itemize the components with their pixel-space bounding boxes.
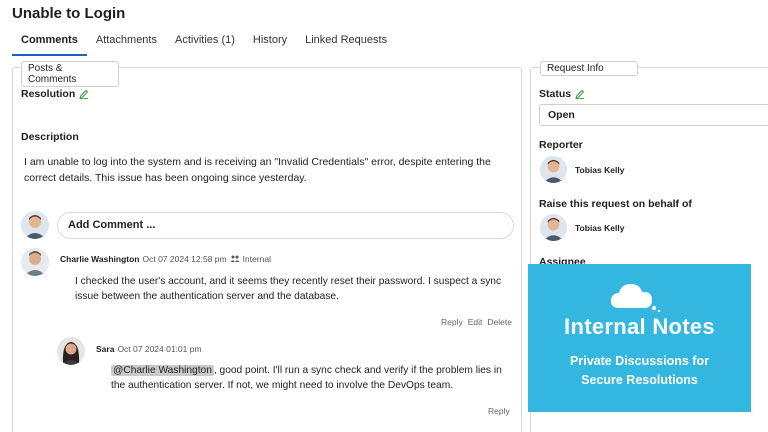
comment-header: Charlie Washington Oct 07 2024 12:58 pm …: [60, 254, 271, 264]
comment-timestamp: Oct 07 2024 12:58 pm: [142, 254, 227, 264]
tab-linked-requests[interactable]: Linked Requests: [296, 32, 396, 56]
reporter-avatar-icon: [540, 156, 567, 183]
reply-button[interactable]: Reply: [488, 406, 510, 416]
cloud-icon: [610, 284, 661, 312]
internal-notes-banner: Internal Notes Private Discussions for S…: [528, 264, 751, 412]
behalf-avatar-icon: [540, 214, 567, 241]
charlie-avatar-icon: [21, 248, 49, 276]
reporter-label: Reporter: [539, 139, 583, 151]
pencil-icon[interactable]: [79, 89, 89, 99]
internal-people-icon: [230, 255, 240, 262]
posts-comments-legend: Posts & Comments: [21, 61, 119, 87]
reporter-name[interactable]: Tobias Kelly: [575, 165, 624, 175]
request-info-legend: Request Info: [540, 61, 638, 76]
behalf-label: Raise this request on behalf of: [539, 198, 692, 210]
reply-button[interactable]: Reply: [441, 317, 463, 327]
sara-avatar-icon: [57, 337, 85, 365]
user-avatar-icon: [21, 211, 49, 239]
comment-visibility: Internal: [242, 254, 271, 264]
pencil-icon[interactable]: [575, 89, 585, 99]
page-title: Unable to Login: [12, 5, 126, 22]
resolution-label: Resolution: [21, 88, 76, 100]
comment-author[interactable]: Charlie Washington: [60, 254, 140, 264]
avatar: [540, 214, 567, 241]
mention-tag[interactable]: @Charlie Washington: [111, 365, 214, 376]
add-comment-input[interactable]: Add Comment ...: [57, 212, 514, 239]
tab-comments[interactable]: Comments: [12, 32, 87, 56]
status-section: Status: [539, 88, 585, 100]
comment-body: @Charlie Washington, good point. I'll ru…: [111, 363, 511, 393]
description-text: I am unable to log into the system and i…: [24, 156, 491, 184]
comment-header: Sara Oct 07 2024 01:01 pm: [96, 344, 202, 354]
comment-actions: Reply: [488, 406, 510, 416]
status-select[interactable]: Open: [539, 104, 768, 126]
resolution-section: Resolution: [21, 88, 89, 100]
tab-attachments[interactable]: Attachments: [87, 32, 166, 56]
edit-button[interactable]: Edit: [468, 317, 483, 327]
status-label: Status: [539, 88, 572, 100]
description-label: Description: [21, 131, 79, 143]
avatar: [21, 211, 49, 239]
tab-bar: Comments Attachments Activities (1) Hist…: [12, 32, 396, 56]
behalf-name[interactable]: Tobias Kelly: [575, 223, 624, 233]
avatar: [57, 337, 85, 365]
subtitle-line: Private Discussions for: [570, 354, 709, 368]
avatar: [21, 248, 49, 276]
internal-notes-title: Internal Notes: [564, 314, 715, 339]
comment-author[interactable]: Sara: [96, 344, 114, 354]
comment-body: I checked the user's account, and it see…: [75, 276, 502, 302]
subtitle-line: Secure Resolutions: [581, 373, 698, 387]
internal-notes-subtitle: Private Discussions for Secure Resolutio…: [528, 352, 751, 390]
comment-timestamp: Oct 07 2024 01:01 pm: [117, 344, 202, 354]
delete-button[interactable]: Delete: [487, 317, 512, 327]
tab-activities[interactable]: Activities (1): [166, 32, 244, 56]
avatar: [540, 156, 567, 183]
comment-actions: Reply Edit Delete: [441, 317, 512, 327]
tab-history[interactable]: History: [244, 32, 296, 56]
